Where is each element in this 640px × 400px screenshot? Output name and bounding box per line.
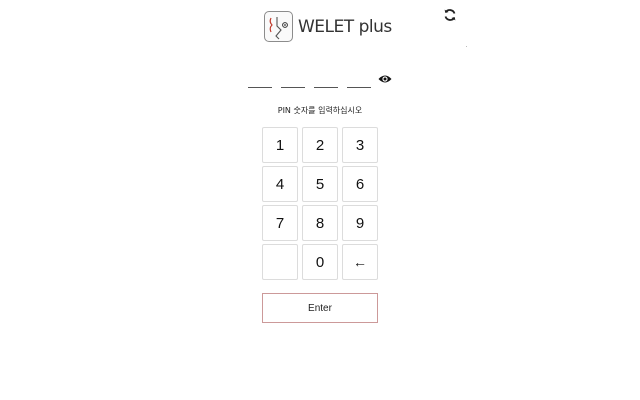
pin-login-screen: WELET plus PIN 숫자를 입력하십시오 1 2 3 4 5 6 7	[0, 0, 640, 400]
key-2[interactable]: 2	[302, 127, 338, 163]
key-blank	[262, 244, 298, 280]
backspace-button[interactable]: ←	[342, 244, 378, 280]
refresh-icon[interactable]	[443, 7, 457, 21]
welet-face-logo-icon	[264, 11, 293, 42]
enter-button[interactable]: Enter	[262, 293, 378, 323]
pin-slot-4	[347, 87, 371, 88]
divider-dot	[466, 46, 467, 47]
key-1[interactable]: 1	[262, 127, 298, 163]
key-6[interactable]: 6	[342, 166, 378, 202]
key-4[interactable]: 4	[262, 166, 298, 202]
key-8[interactable]: 8	[302, 205, 338, 241]
pin-prompt: PIN 숫자를 입력하십시오	[277, 106, 363, 115]
app-title: WELET plus	[298, 17, 392, 37]
key-5[interactable]: 5	[302, 166, 338, 202]
app-name: WELET	[298, 16, 354, 37]
pin-slot-3	[314, 87, 338, 88]
pin-slot-1	[248, 87, 272, 88]
key-9[interactable]: 9	[342, 205, 378, 241]
app-logo: WELET plus	[264, 10, 392, 43]
app-name-suffix: plus	[358, 16, 393, 37]
pin-slot-2	[281, 87, 305, 88]
key-3[interactable]: 3	[342, 127, 378, 163]
key-0[interactable]: 0	[302, 244, 338, 280]
key-7[interactable]: 7	[262, 205, 298, 241]
eye-icon[interactable]	[378, 70, 392, 83]
